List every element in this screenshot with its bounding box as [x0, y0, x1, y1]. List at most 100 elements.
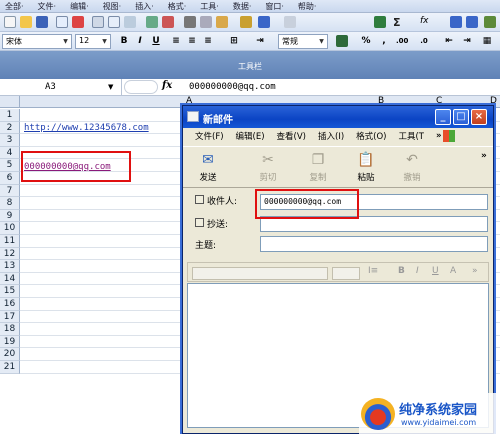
mail-paragraph-icon[interactable]: I≡	[368, 266, 378, 276]
comma-style-icon[interactable]: ,	[378, 35, 390, 47]
print-preview-icon[interactable]	[108, 16, 120, 28]
new-icon[interactable]	[4, 16, 16, 28]
cell-a1-link[interactable]: http://www.12345678.com	[24, 123, 149, 133]
paste-button[interactable]: 📋 粘贴	[349, 151, 383, 187]
row-header-2[interactable]: 2	[0, 121, 20, 135]
chevron-down-icon[interactable]: ▼	[108, 83, 113, 91]
minimize-button[interactable]: _	[435, 109, 451, 125]
address-book-icon[interactable]	[195, 218, 204, 227]
row-header-10[interactable]: 10	[0, 222, 20, 235]
currency-icon[interactable]	[336, 35, 348, 47]
borders-icon[interactable]: ▦	[481, 35, 493, 47]
merge-center-icon[interactable]: ⊞	[228, 35, 240, 47]
copy-icon[interactable]	[200, 16, 212, 28]
menu-help[interactable]: 帮助·	[293, 1, 326, 12]
decrease-indent-icon[interactable]: ⇤	[443, 35, 455, 47]
percent-icon[interactable]: %	[360, 35, 372, 47]
row-header-1[interactable]: 1	[0, 109, 20, 122]
align-center-icon[interactable]: ≡	[186, 35, 198, 47]
select-all-corner[interactable]	[0, 96, 20, 108]
mail-menu-view[interactable]: 查看(V)	[277, 130, 306, 142]
menu-format[interactable]: 格式·	[163, 1, 196, 12]
menu-view[interactable]: 视图·	[98, 1, 131, 12]
mail-font-select[interactable]	[192, 267, 328, 280]
row-header-14[interactable]: 14	[0, 272, 20, 286]
print-icon[interactable]	[92, 16, 104, 28]
menu-all[interactable]: 全部·	[0, 1, 33, 12]
mail-menu-file[interactable]: 文件(F)	[195, 130, 224, 142]
formula-input[interactable]: 000000000@qq.com	[189, 82, 276, 92]
underline-button[interactable]: U	[150, 35, 162, 47]
mail-menu-tools[interactable]: 工具(T	[398, 130, 424, 142]
spelling-icon[interactable]	[146, 16, 158, 28]
permission-icon[interactable]	[56, 16, 68, 28]
autosum-icon[interactable]: Σ	[393, 16, 405, 29]
research-icon[interactable]	[124, 16, 136, 28]
row-header-21[interactable]: 21	[0, 361, 20, 374]
menu-insert[interactable]: 插入·	[130, 1, 163, 12]
menu-overflow-icon[interactable]: »	[436, 131, 442, 141]
italic-button[interactable]: I	[134, 35, 146, 47]
align-right-icon[interactable]: ≡	[202, 35, 214, 47]
maximize-button[interactable]: □	[453, 109, 469, 125]
row-header-7[interactable]: 7	[0, 184, 20, 198]
close-button[interactable]: ×	[471, 109, 487, 125]
to-label[interactable]: 收件人:	[207, 194, 237, 207]
function-icon[interactable]: fx	[420, 16, 432, 28]
email-icon[interactable]	[72, 16, 84, 28]
chart-wizard-icon[interactable]	[484, 16, 496, 28]
open-icon[interactable]	[20, 16, 32, 28]
decrease-decimal-icon[interactable]: .0	[418, 35, 430, 47]
menu-file[interactable]: 文件·	[33, 1, 66, 12]
name-box[interactable]: A3	[0, 79, 122, 96]
undo-icon[interactable]	[258, 16, 270, 28]
row-header-11[interactable]: 11	[0, 235, 20, 248]
menu-data[interactable]: 数据·	[228, 1, 261, 12]
row-header-6[interactable]: 6	[0, 172, 20, 185]
row-header-5[interactable]: 5	[0, 159, 20, 172]
mail-menu-insert[interactable]: 插入(I)	[318, 130, 344, 142]
sort-descending-icon[interactable]	[466, 16, 478, 28]
increase-indent-icon[interactable]: ⇥	[461, 35, 473, 47]
font-size-select[interactable]: 12 ▼	[75, 34, 111, 49]
send-button[interactable]: ✉ 发送	[191, 151, 225, 187]
row-header-15[interactable]: 15	[0, 285, 20, 298]
save-icon[interactable]	[36, 16, 48, 28]
mail-bold-button[interactable]: B	[398, 266, 405, 276]
menu-tools[interactable]: 工具·	[195, 1, 228, 12]
menu-edit[interactable]: 编辑·	[65, 1, 98, 12]
row-header-9[interactable]: 9	[0, 209, 20, 223]
indent-icon[interactable]: ⇥	[254, 35, 266, 47]
mail-italic-button[interactable]: I	[416, 266, 419, 276]
align-left-icon[interactable]: ≡	[170, 35, 182, 47]
mail-font-color-button[interactable]: A	[450, 266, 456, 276]
number-format-select[interactable]: 常规 ▼	[278, 34, 328, 49]
row-header-13[interactable]: 13	[0, 260, 20, 273]
row-header-20[interactable]: 20	[0, 348, 20, 361]
row-header-17[interactable]: 17	[0, 310, 20, 324]
address-book-icon[interactable]	[195, 195, 204, 204]
toolbar-overflow-icon[interactable]: »	[481, 151, 487, 161]
row-header-19[interactable]: 19	[0, 335, 20, 349]
copy-button[interactable]: ❐ 复制	[301, 151, 335, 187]
cut-button[interactable]: ✂ 剪切	[251, 151, 285, 187]
mail-menu-edit[interactable]: 编辑(E)	[236, 130, 265, 142]
cc-label[interactable]: 抄送:	[207, 217, 228, 230]
paste-icon[interactable]	[216, 16, 228, 28]
mail-format-overflow-icon[interactable]: »	[472, 266, 478, 276]
cut-icon[interactable]	[184, 16, 196, 28]
menu-window[interactable]: 窗口·	[260, 1, 293, 12]
row-header-12[interactable]: 12	[0, 247, 20, 261]
sort-ascending-icon[interactable]	[450, 16, 462, 28]
row-header-8[interactable]: 8	[0, 197, 20, 210]
undo-button[interactable]: ↶ 撤销	[395, 151, 429, 187]
hyperlink-icon[interactable]	[374, 16, 386, 28]
row-header-4[interactable]: 4	[0, 146, 20, 160]
function-icon[interactable]: fx	[162, 80, 172, 91]
subject-field[interactable]	[260, 236, 488, 252]
font-name-select[interactable]: 宋体 ▼	[2, 34, 72, 49]
redo-icon[interactable]	[284, 16, 296, 28]
increase-decimal-icon[interactable]: .00	[396, 35, 408, 47]
bold-button[interactable]: B	[118, 35, 130, 47]
row-header-16[interactable]: 16	[0, 298, 20, 311]
